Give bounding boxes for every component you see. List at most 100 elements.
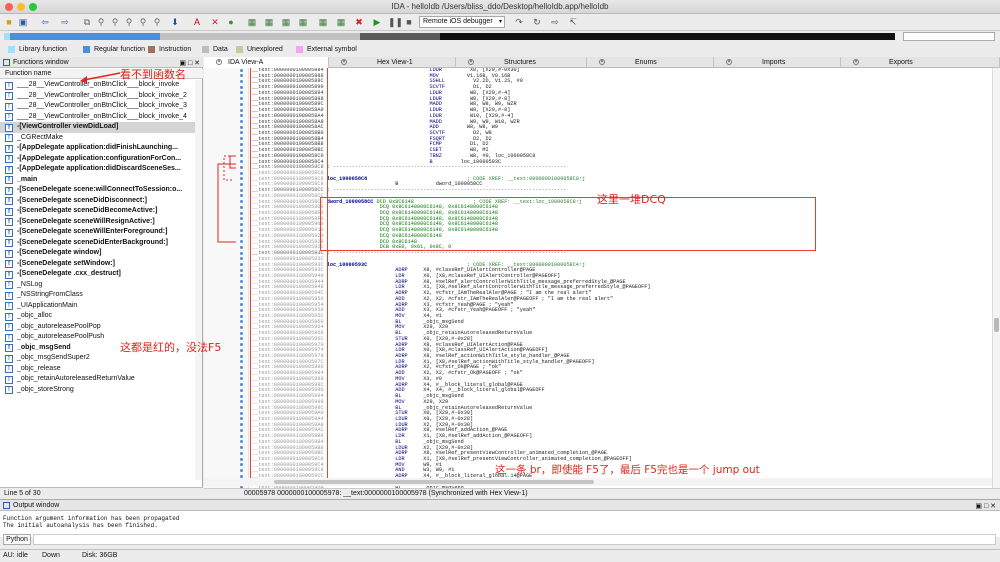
output-icon — [3, 502, 10, 509]
function-list-item[interactable]: f -[SceneDelegate sceneWillResignActive:] — [0, 217, 195, 228]
function-name: -[SceneDelegate sceneDidDisconnect:] — [17, 196, 147, 204]
green-circle-icon[interactable]: ● — [226, 17, 236, 27]
array-icon[interactable]: ▦ — [298, 17, 308, 27]
pause-icon[interactable]: ❚❚ — [388, 17, 403, 27]
python-button[interactable]: Python — [3, 534, 31, 545]
tab-label: Structures — [504, 59, 536, 66]
scroll-thumb[interactable] — [274, 480, 594, 484]
function-list-item[interactable]: f _main — [0, 175, 195, 186]
function-icon: f — [5, 260, 13, 268]
scroll-thumb[interactable] — [994, 318, 999, 332]
close-icon[interactable]: × — [853, 59, 859, 65]
enum-icon[interactable]: ▦ — [336, 17, 346, 27]
function-name: _objc_msgSend — [17, 343, 71, 351]
download-arrow-icon[interactable]: ⬇ — [170, 17, 180, 27]
function-list-item[interactable]: f ___28__ViewController_onBtnClick___bloc… — [0, 91, 195, 102]
function-list-item[interactable]: f -[SceneDelegate sceneWillEnterForegroun… — [0, 227, 195, 238]
tab-enums[interactable]: × Enums — [587, 57, 714, 68]
function-icon: f — [5, 197, 13, 205]
function-list-item[interactable]: f _objc_retainAutoreleasedReturnValue — [0, 374, 195, 385]
function-list-item[interactable]: f -[SceneDelegate .cxx_destruct] — [0, 269, 195, 280]
tab-hex-view-1[interactable]: × Hex View-1 — [329, 57, 456, 68]
annotation-box-addresses — [250, 68, 328, 483]
close-icon[interactable]: × — [341, 59, 347, 65]
search-text-icon[interactable]: ⚲ — [110, 17, 120, 27]
nav-combo[interactable] — [903, 32, 995, 41]
run-to-cursor-icon[interactable]: ⇨ — [550, 17, 560, 27]
function-list-item[interactable]: f -[SceneDelegate scene:willConnectToSess… — [0, 185, 195, 196]
search-binary-icon[interactable]: ⚲ — [124, 17, 134, 27]
close-icon[interactable]: × — [599, 59, 605, 65]
tab-imports[interactable]: × Imports — [714, 57, 841, 68]
code-icon[interactable]: ▦ — [247, 17, 257, 27]
function-list-item[interactable]: f -[AppDelegate application:didFinishLaun… — [0, 143, 195, 154]
function-list-item[interactable]: f -[ViewController viewDidLoad] — [0, 122, 195, 133]
text-tool-icon[interactable]: A — [192, 17, 202, 27]
function-list-item[interactable]: f _objc_release — [0, 364, 195, 375]
run-icon[interactable]: ▶ — [372, 17, 382, 27]
function-name: -[SceneDelegate sceneDidEnterBackground:… — [17, 238, 168, 246]
function-name: _objc_alloc — [17, 312, 53, 319]
step-out-icon[interactable]: ↸ — [568, 17, 578, 27]
function-list-item[interactable]: f _objc_autoreleasePoolPop — [0, 322, 195, 333]
function-icon: f — [5, 312, 13, 321]
function-list-item[interactable]: f -[SceneDelegate setWindow:] — [0, 259, 195, 270]
function-list-item[interactable]: f -[SceneDelegate sceneDidEnterBackground… — [0, 238, 195, 249]
tab-exports[interactable]: × Exports — [841, 57, 1000, 68]
function-list-item[interactable]: f _UIApplicationMain — [0, 301, 195, 312]
search-next-icon[interactable]: ⚲ — [138, 17, 148, 27]
function-list-item[interactable]: f _CGRectMake — [0, 133, 195, 144]
ida-view-disassembly[interactable]: __text:0000000100005884 LDUR X0, [X29,#-… — [204, 68, 992, 488]
string-icon[interactable]: ▦ — [281, 17, 291, 27]
stop-icon[interactable]: ■ — [404, 17, 414, 27]
function-name: ___28__ViewController_onBtnClick___block… — [17, 102, 187, 109]
nav-segment-dark — [440, 33, 895, 40]
search-icon[interactable]: ⚲ — [96, 17, 106, 27]
open-folder-icon[interactable]: ■ — [4, 17, 14, 27]
step-over-icon[interactable]: ↻ — [532, 17, 542, 27]
function-list-item[interactable]: f -[SceneDelegate sceneDidDisconnect:] — [0, 196, 195, 207]
legend-label: Regular function — [94, 46, 145, 53]
function-icon: f — [5, 155, 13, 163]
struct-icon[interactable]: ▦ — [318, 17, 328, 27]
function-list-item[interactable]: f _objc_alloc — [0, 311, 195, 322]
search-immediate-icon[interactable]: ⚲ — [152, 17, 162, 27]
function-name: _objc_retainAutoreleasedReturnValue — [17, 375, 135, 382]
data-icon[interactable]: ▦ — [264, 17, 274, 27]
function-list-item[interactable]: f -[AppDelegate application:configuration… — [0, 154, 195, 165]
function-list-item[interactable]: f _NSLog — [0, 280, 195, 291]
undefine-icon[interactable]: ✕ — [210, 17, 220, 27]
close-icon[interactable]: × — [726, 59, 732, 65]
function-list-item[interactable]: f _objc_storeStrong — [0, 385, 195, 396]
navigation-band[interactable] — [0, 31, 1000, 43]
function-list-item[interactable]: f -[SceneDelegate window] — [0, 248, 195, 259]
legend-swatch — [148, 46, 155, 53]
function-list-item[interactable]: f ___28__ViewController_onBtnClick___bloc… — [0, 112, 195, 123]
close-icon[interactable]: × — [216, 59, 222, 65]
close-icon[interactable]: × — [468, 59, 474, 65]
disassembly-horizontal-scrollbar[interactable] — [204, 478, 992, 486]
panel-buttons[interactable]: ▣ □ ✕ — [975, 501, 996, 512]
delete-icon[interactable]: ✖ — [354, 17, 364, 27]
back-arrow-icon[interactable]: ⇦ — [40, 17, 50, 27]
function-list-item[interactable]: f -[AppDelegate application:didDiscardSce… — [0, 164, 195, 175]
function-name: _CGRectMake — [17, 133, 63, 141]
function-list-item[interactable]: f _NSStringFromClass — [0, 290, 195, 301]
forward-arrow-icon[interactable]: ⇨ — [60, 17, 70, 27]
save-icon[interactable]: ▣ — [18, 17, 28, 27]
annotation-all-red: 这都是红的，没法F5 — [120, 341, 222, 354]
function-list-scrollbar[interactable] — [195, 80, 202, 480]
disassembly-vertical-scrollbar[interactable] — [992, 68, 1000, 488]
tab-structures[interactable]: × Structures — [456, 57, 587, 68]
jump-icon[interactable]: ⧉ — [82, 17, 92, 27]
step-into-icon[interactable]: ↷ — [514, 17, 524, 27]
function-list-item[interactable]: f ___28__ViewController_onBtnClick___bloc… — [0, 101, 195, 112]
tab-label: Imports — [762, 59, 786, 66]
tab-ida-view-a[interactable]: × IDA View-A — [204, 57, 329, 68]
title-bar: IDA - helloIdb /Users/bliss_ddo/Desktop/… — [0, 0, 1000, 14]
python-command-input[interactable] — [33, 534, 996, 545]
function-icon: f — [5, 270, 13, 279]
function-list-item[interactable]: f -[SceneDelegate sceneDidBecomeActive:] — [0, 206, 195, 217]
annotation-no-function-name: 看不到函数名 — [120, 68, 186, 81]
debugger-select[interactable]: Remote iOS debugger ▾ — [419, 16, 505, 28]
